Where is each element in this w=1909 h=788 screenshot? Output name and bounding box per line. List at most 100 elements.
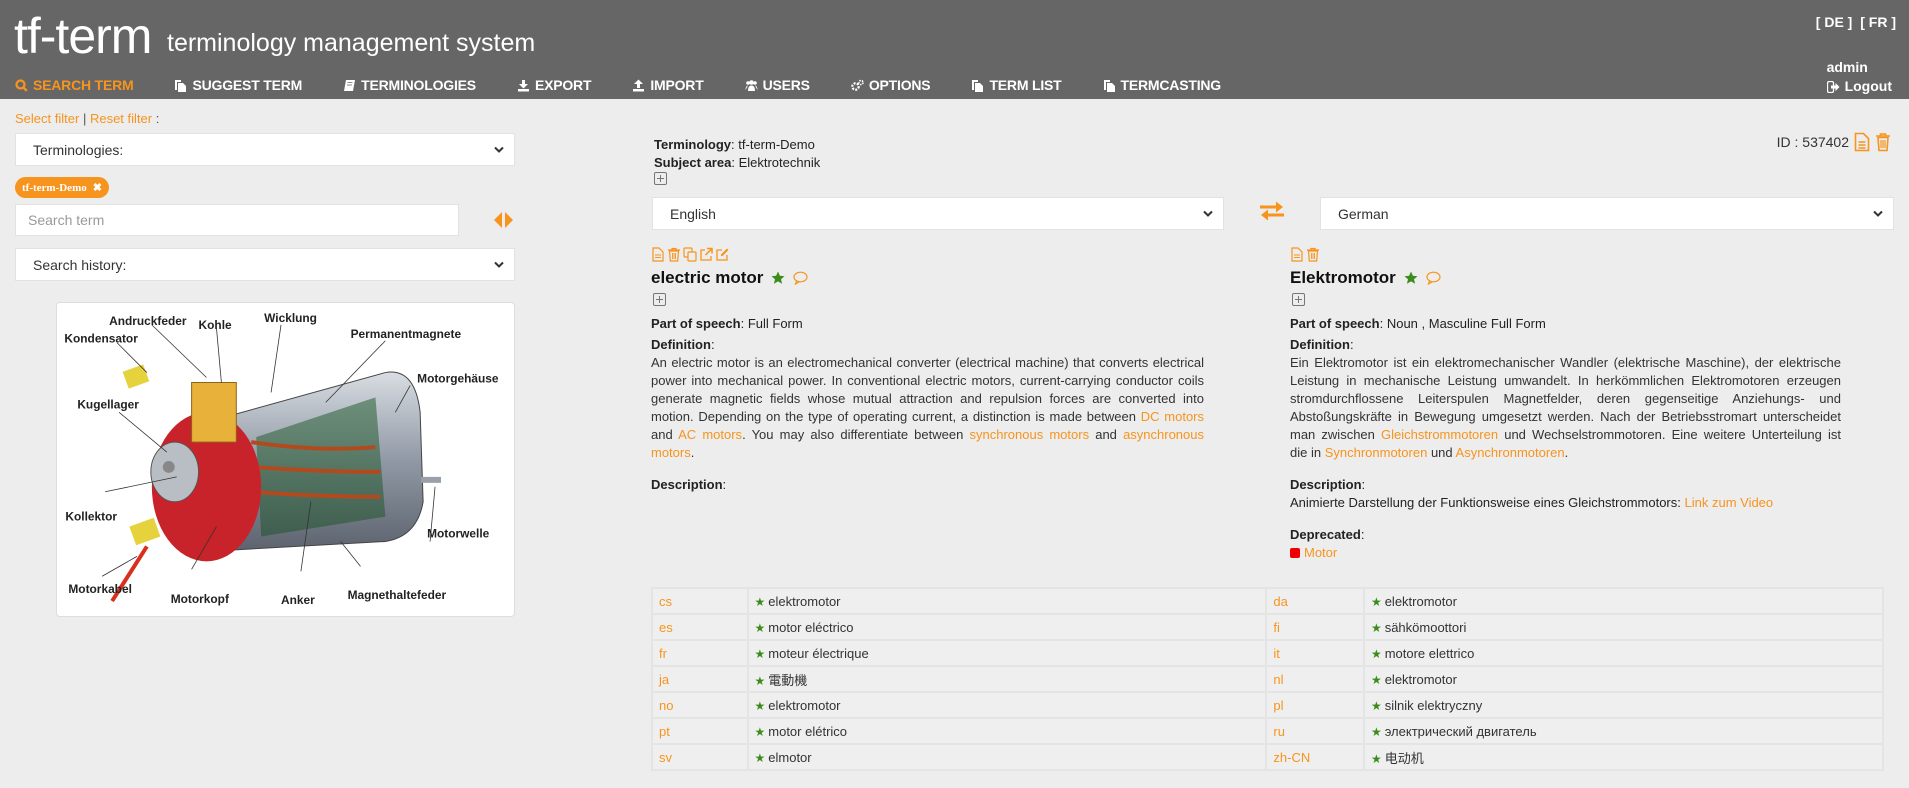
trash-icon[interactable] xyxy=(1875,132,1891,152)
preferred-star-icon xyxy=(771,271,785,284)
language-code-link-cell: pl xyxy=(1265,691,1365,719)
swap-languages-icon[interactable] xyxy=(1258,200,1286,222)
definition-segment: An electric motor is an electromechanica… xyxy=(651,355,1204,424)
language-de-link[interactable]: [ DE ] xyxy=(1816,14,1853,30)
video-link[interactable]: Link zum Video xyxy=(1685,495,1774,510)
nav-search-term[interactable]: Search term xyxy=(15,77,134,93)
language-code-link[interactable]: fi xyxy=(1273,620,1280,635)
diagram-label-kohle: Kohle xyxy=(199,318,232,332)
synchronous-motors-link[interactable]: synchronous motors xyxy=(969,427,1089,442)
deprecated-term-link[interactable]: Motor xyxy=(1304,544,1337,562)
language-code-link[interactable]: da xyxy=(1273,594,1287,609)
language-fr-link[interactable]: [ FR ] xyxy=(1860,14,1896,30)
external-link-icon[interactable] xyxy=(699,247,713,262)
direction-toggle-icon[interactable] xyxy=(492,211,516,229)
gleichstrommotoren-link[interactable]: Gleichstrommotoren xyxy=(1381,427,1498,442)
motor-diagram-image: Andruckfeder Kohle Wicklung Permanentmag… xyxy=(56,302,515,617)
language-code-link[interactable]: fr xyxy=(659,646,667,661)
bearing-ball xyxy=(162,460,175,473)
nav-label: Search term xyxy=(33,77,134,93)
motor-shaft xyxy=(421,476,442,483)
expand-term-icon[interactable] xyxy=(653,293,666,306)
language-code-link[interactable]: nl xyxy=(1273,672,1283,687)
nav-termcasting[interactable]: Termcasting xyxy=(1103,77,1221,93)
language-code-link[interactable]: no xyxy=(659,698,673,713)
comment-icon[interactable] xyxy=(1426,271,1441,285)
nav-export[interactable]: Export xyxy=(517,77,592,93)
search-history-select[interactable]: Search history: xyxy=(15,248,515,281)
dc-motors-link[interactable]: DC motors xyxy=(1141,409,1204,424)
select-filter-link[interactable]: Select filter xyxy=(15,111,79,126)
translation-term: sähkömoottori xyxy=(1384,619,1467,635)
subject-area-value: Elektrotechnik xyxy=(738,155,821,170)
translation-term-cell: ★ elmotor xyxy=(746,743,1268,771)
synchronmotoren-link[interactable]: Synchronmotoren xyxy=(1325,445,1428,460)
language-code-link[interactable]: it xyxy=(1273,646,1280,661)
diagram-label-kollektor: Kollektor xyxy=(65,510,117,524)
language-code-link[interactable]: sv xyxy=(659,750,672,765)
translation-row: es ★ motor eléctrico fi ★ sähkömoottori xyxy=(651,613,1885,641)
reset-filter-link[interactable]: Reset filter xyxy=(90,111,152,126)
target-language-select[interactable]: German xyxy=(1320,197,1894,230)
terminology-row: Terminology: tf-term-Demo xyxy=(654,137,815,152)
comment-icon[interactable] xyxy=(793,271,809,285)
translation-term: motor eléctrico xyxy=(768,619,854,635)
diagram-label-motorkopf: Motorkopf xyxy=(171,592,229,606)
app-logo[interactable]: tf-term xyxy=(14,8,152,64)
nav-import[interactable]: Import xyxy=(632,77,704,93)
main-nav: Search term Suggest term Terminologies E… xyxy=(15,77,1262,93)
search-term-input[interactable] xyxy=(15,204,459,236)
target-language-value: German xyxy=(1338,205,1389,222)
edit-icon[interactable] xyxy=(715,247,729,262)
logout-button[interactable]: Logout xyxy=(1826,77,1892,96)
entry-id-label: ID : 537402 xyxy=(1776,134,1849,150)
language-code-link-cell: ja xyxy=(651,665,749,693)
document-icon[interactable] xyxy=(1854,132,1870,152)
gears-icon xyxy=(851,79,864,91)
preferred-star-icon xyxy=(1404,271,1418,284)
remove-tag-icon[interactable]: ✖ xyxy=(93,181,102,194)
nav-users[interactable]: Users xyxy=(745,77,810,93)
language-code-link-cell: fr xyxy=(651,639,749,667)
language-code-link[interactable]: pl xyxy=(1273,698,1283,713)
language-code-link[interactable]: ja xyxy=(659,672,669,687)
translation-term-cell: ★ sähkömoottori xyxy=(1362,613,1885,641)
translation-row: ja ★ 電動機 nl ★ elektromotor xyxy=(651,665,1885,693)
language-code-link[interactable]: es xyxy=(659,620,673,635)
language-code-link[interactable]: zh-CN xyxy=(1273,750,1310,765)
expand-entry-icon[interactable] xyxy=(654,172,667,185)
translation-term-cell: ★ motore elettrico xyxy=(1362,639,1885,667)
language-code-link-cell: zh-CN xyxy=(1265,743,1365,771)
language-code-link[interactable]: ru xyxy=(1273,724,1285,739)
language-code-link-cell: nl xyxy=(1265,665,1365,693)
trash-icon[interactable] xyxy=(667,247,681,262)
nav-suggest-term[interactable]: Suggest term xyxy=(174,77,302,93)
asynchronmotoren-link[interactable]: Asynchronmotoren xyxy=(1456,445,1565,460)
username: admin xyxy=(1826,59,1868,75)
deprecated-status-icon xyxy=(1290,548,1300,558)
ac-motors-link[interactable]: AC motors xyxy=(678,427,742,442)
translations-table: cs ★ elektromotor da ★ elektromotor es ★ motor e… xyxy=(651,587,1885,771)
app-subtitle: terminology management system xyxy=(167,29,536,57)
language-code-link[interactable]: cs xyxy=(659,594,672,609)
document-icon[interactable] xyxy=(651,246,665,262)
copy-icon[interactable] xyxy=(683,246,697,262)
translation-term-cell: ★ 电动机 xyxy=(1362,743,1885,771)
nav-term-list[interactable]: Term list xyxy=(971,77,1062,93)
translation-row: no ★ elektromotor pl ★ silnik elektryczny xyxy=(651,691,1885,719)
language-code-link[interactable]: pt xyxy=(659,724,670,739)
source-language-value: English xyxy=(670,205,716,222)
nav-terminologies[interactable]: Terminologies xyxy=(343,77,476,93)
expand-term-icon[interactable] xyxy=(1292,293,1305,306)
translation-term: elektromotor xyxy=(768,697,841,713)
terminologies-select[interactable]: Terminologies: xyxy=(15,133,515,166)
search-history-value: Search history: xyxy=(33,256,127,273)
source-language-select[interactable]: English xyxy=(652,197,1224,230)
nav-options[interactable]: Options xyxy=(851,77,931,93)
document-icon[interactable] xyxy=(1290,246,1304,262)
tag-label: tf-term-Demo xyxy=(22,181,87,194)
part-of-speech-value: Noun , Masculine Full Form xyxy=(1386,316,1546,331)
filter-colon: : xyxy=(155,111,160,126)
diagram-label-motorkabel: Motorkabel xyxy=(68,582,132,596)
trash-icon[interactable] xyxy=(1306,247,1320,262)
